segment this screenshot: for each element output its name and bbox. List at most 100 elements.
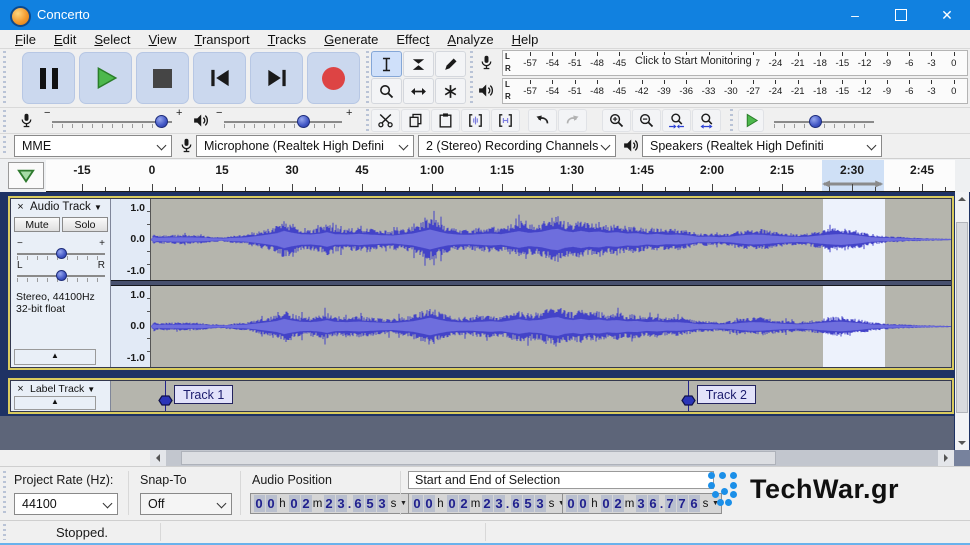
cut-button[interactable] — [371, 109, 400, 132]
label-text[interactable]: Track 2 — [696, 385, 756, 404]
menu-effect[interactable]: Effect — [387, 30, 438, 49]
minimize-button[interactable]: – — [832, 0, 878, 30]
menu-view[interactable]: View — [140, 30, 186, 49]
scroll-down-button[interactable] — [955, 436, 969, 450]
zoom-in-button[interactable] — [602, 109, 631, 132]
audio-track-collapse-button[interactable]: ▲ — [14, 349, 96, 365]
label-marker-handle-icon[interactable] — [680, 393, 696, 411]
output-volume-slider[interactable] — [224, 121, 342, 123]
selection-start-field[interactable]: 00h02m23.653s▼ — [408, 493, 568, 514]
play-speed-thumb[interactable] — [809, 115, 822, 128]
transcription-toolbar-grip[interactable] — [730, 109, 733, 133]
label-track-close-button[interactable]: × — [14, 383, 27, 396]
selection-mode-dropdown[interactable]: Start and End of Selection — [408, 471, 714, 489]
pause-button[interactable] — [22, 52, 75, 104]
trim-audio-button[interactable] — [461, 109, 490, 132]
output-volume-thumb[interactable] — [296, 115, 310, 128]
label-text[interactable]: Track 1 — [174, 385, 234, 404]
gain-slider[interactable]: − + — [17, 238, 105, 263]
menu-edit[interactable]: Edit — [45, 30, 85, 49]
menu-analyze[interactable]: Analyze — [438, 30, 502, 49]
timeline-label: 2:15 — [769, 163, 795, 177]
audio-position-field[interactable]: 0 0 h 0 2 m 2 3. 6 5 3 s ▼ — [250, 493, 410, 514]
selection-tool-button[interactable] — [371, 51, 402, 77]
selection-toolbar-grip[interactable] — [3, 471, 6, 515]
transport-toolbar-grip[interactable] — [3, 51, 6, 105]
zoom-fit-button[interactable] — [692, 109, 721, 132]
menu-generate[interactable]: Generate — [315, 30, 387, 49]
skip-to-start-button[interactable] — [193, 52, 246, 104]
play-at-speed-button[interactable] — [738, 109, 764, 132]
meter-toolbar-grip[interactable] — [470, 51, 473, 105]
horizontal-scrollbar[interactable] — [150, 450, 954, 466]
scroll-up-button[interactable] — [955, 192, 969, 206]
selection-end-field[interactable]: 0 0 h 0 2 m 3 6. 7 7 6 s ▼ — [562, 493, 722, 514]
gain-thumb[interactable] — [56, 248, 67, 259]
input-volume-slider[interactable] — [52, 121, 172, 123]
mixer-toolbar-grip[interactable] — [3, 110, 6, 132]
recording-device-select[interactable]: Microphone (Realtek High Defini — [196, 135, 414, 157]
menu-transport[interactable]: Transport — [185, 30, 258, 49]
zoom-tool-button[interactable] — [371, 78, 402, 104]
audio-host-select[interactable]: MME — [14, 135, 172, 157]
waveform-channel-2[interactable] — [151, 286, 951, 367]
stop-button[interactable] — [136, 52, 189, 104]
timeline-ruler[interactable]: -15 0 15 30 45 1:00 1:15 1:30 1:45 2:00 2:15 2:30 2:… — [46, 160, 955, 193]
vertical-ruler-ch2[interactable]: 1.0 0.0 -1.0 — [111, 286, 151, 367]
undo-button[interactable] — [528, 109, 557, 132]
close-button[interactable]: ✕ — [924, 0, 970, 30]
label-marker-handle-icon[interactable] — [158, 393, 173, 411]
menu-help[interactable]: Help — [503, 30, 548, 49]
scroll-right-button[interactable] — [938, 450, 954, 466]
scroll-left-button[interactable] — [150, 450, 166, 466]
maximize-button[interactable] — [878, 0, 924, 30]
playback-meter[interactable]: LR -57 -54 -51 -48 -45 -42 -39 -36 -33 -30 -27 -24-… — [502, 78, 968, 104]
recording-meter-overlay[interactable]: Click to Start Monitoring — [631, 55, 756, 67]
device-toolbar-grip[interactable] — [3, 136, 6, 156]
audio-track-title-menu[interactable]: Audio Track ▼ — [30, 201, 102, 213]
menu-tracks[interactable]: Tracks — [259, 30, 316, 49]
vertical-scroll-thumb[interactable] — [956, 222, 968, 413]
label-track-title-menu[interactable]: Label Track ▼ — [30, 383, 95, 395]
horizontal-scroll-thumb[interactable] — [181, 451, 776, 465]
vertical-ruler-ch1[interactable]: 1.0 0.0 -1.0 — [111, 199, 151, 280]
time-format-caret-icon[interactable]: ▼ — [400, 500, 407, 507]
playback-device-select[interactable]: Speakers (Realtek High Definiti — [642, 135, 882, 157]
solo-button[interactable]: Solo — [62, 217, 108, 232]
play-speed-slider[interactable] — [774, 121, 874, 123]
envelope-tool-button[interactable] — [403, 51, 434, 77]
tools-toolbar-grip[interactable] — [366, 51, 369, 105]
snap-to-select[interactable]: Off — [140, 493, 232, 515]
copy-button[interactable] — [401, 109, 430, 132]
draw-tool-button[interactable] — [435, 51, 466, 77]
meter-tick: -18 — [809, 79, 831, 103]
meter-tick: -21 — [787, 51, 809, 75]
menu-select[interactable]: Select — [85, 30, 139, 49]
record-button[interactable] — [307, 52, 360, 104]
skip-to-end-button[interactable] — [250, 52, 303, 104]
waveform-channel-1[interactable] — [151, 199, 951, 280]
label-track-collapse-button[interactable]: ▲ — [14, 396, 96, 410]
edit-toolbar-grip[interactable] — [366, 109, 369, 133]
mute-button[interactable]: Mute — [14, 217, 60, 232]
menu-file[interactable]: File — [6, 30, 45, 49]
multi-tool-button[interactable] — [435, 78, 466, 104]
vertical-scrollbar[interactable] — [955, 192, 969, 450]
pan-slider[interactable]: L R — [17, 260, 105, 285]
label-track-content[interactable]: Track 1 Track 2 — [111, 381, 951, 411]
timeshift-tool-button[interactable] — [403, 78, 434, 104]
zoom-out-button[interactable] — [632, 109, 661, 132]
recording-meter[interactable]: LR -57-54-51-48-45-42-39-36-33-30-27-24-… — [502, 50, 968, 76]
project-rate-select[interactable]: 44100 — [14, 493, 118, 515]
play-button[interactable] — [79, 52, 132, 104]
silence-audio-button[interactable] — [491, 109, 520, 132]
quick-play-pin-button[interactable] — [8, 162, 44, 189]
pan-thumb[interactable] — [56, 270, 67, 281]
zoom-selection-button[interactable] — [662, 109, 691, 132]
audio-track-close-button[interactable]: × — [14, 201, 27, 214]
empty-track-space[interactable] — [0, 416, 954, 450]
redo-button[interactable] — [558, 109, 587, 132]
recording-channels-select[interactable]: 2 (Stereo) Recording Channels — [418, 135, 616, 157]
input-volume-thumb[interactable] — [155, 115, 168, 128]
paste-button[interactable] — [431, 109, 460, 132]
